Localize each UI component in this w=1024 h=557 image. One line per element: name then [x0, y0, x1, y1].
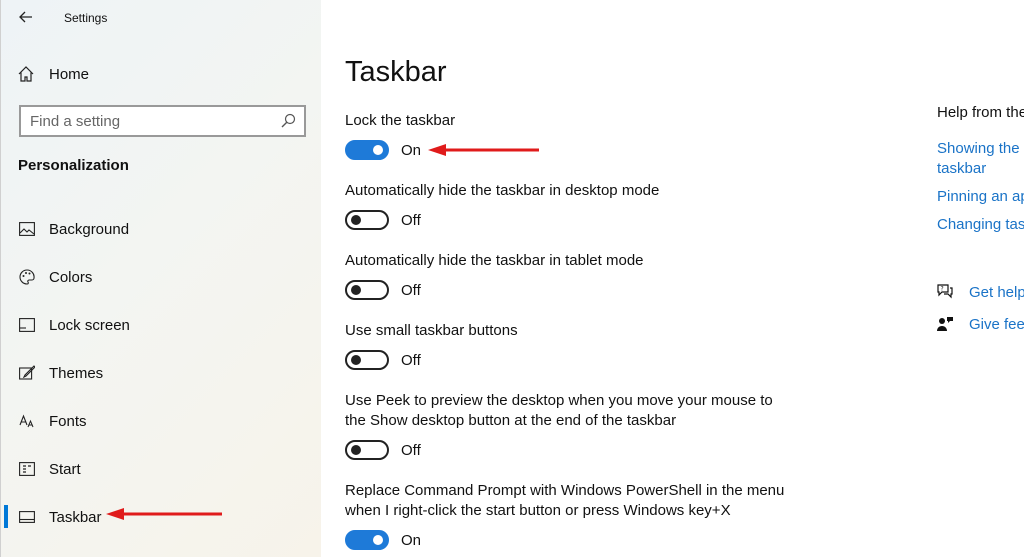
- sidebar-item-label: Lock screen: [49, 316, 130, 334]
- setting-label: Use small taskbar buttons: [345, 322, 518, 339]
- home-icon: [18, 66, 34, 82]
- toggle-state: On: [401, 141, 422, 159]
- setting-autohide-desktop: Automatically hide the taskbar in deskto…: [345, 181, 805, 230]
- setting-label: Automatically hide the taskbar in tablet…: [345, 252, 644, 269]
- svg-text:?: ?: [941, 286, 944, 293]
- toggle-switch[interactable]: [345, 210, 389, 230]
- search-box[interactable]: [19, 105, 306, 137]
- setting-autohide-tablet: Automatically hide the taskbar in tablet…: [345, 251, 805, 300]
- toggle-knob: [373, 535, 383, 545]
- taskbar-icon: [19, 509, 35, 525]
- lock-screen-icon: [19, 317, 35, 333]
- sidebar-item-label: Background: [49, 220, 130, 238]
- toggle-switch[interactable]: [345, 280, 389, 300]
- setting-peek: Use Peek to preview the desktop when you…: [345, 391, 805, 460]
- setting-label-line2: when I right-click the start button or p…: [345, 502, 731, 519]
- home-nav-item[interactable]: Home: [17, 60, 297, 88]
- sidebar-nav: Background Colors Lock screen Themes Fon…: [1, 205, 322, 541]
- get-help-link[interactable]: ? Get help: [936, 283, 1024, 301]
- toggle-switch[interactable]: [345, 140, 389, 160]
- search-icon[interactable]: [280, 113, 296, 129]
- setting-small-buttons: Use small taskbar buttons Off: [345, 321, 805, 370]
- back-arrow-icon: [19, 11, 32, 23]
- powershell-toggle[interactable]: On: [345, 530, 805, 550]
- peek-toggle[interactable]: Off: [345, 440, 805, 460]
- settings-window: Settings Home Personalization Background: [0, 0, 1024, 557]
- section-heading: Personalization: [18, 157, 129, 174]
- sidebar-item-label: Fonts: [49, 412, 87, 430]
- sidebar-item-lock-screen[interactable]: Lock screen: [1, 301, 322, 349]
- toggle-knob: [351, 445, 361, 455]
- help-link-showing-taskbar[interactable]: Showing the: [937, 139, 1020, 159]
- themes-icon: [19, 365, 35, 381]
- chat-help-icon: ?: [937, 284, 953, 299]
- fonts-icon: [19, 413, 35, 429]
- help-title: Help from the: [937, 104, 1024, 121]
- toggle-knob: [351, 215, 361, 225]
- sidebar-item-label: Themes: [49, 364, 104, 382]
- small-buttons-toggle[interactable]: Off: [345, 350, 805, 370]
- home-label: Home: [49, 65, 90, 83]
- back-button[interactable]: [11, 4, 41, 30]
- give-feedback-link[interactable]: Give fee: [936, 315, 1024, 333]
- sidebar-item-label: Start: [49, 460, 81, 478]
- palette-icon: [19, 269, 35, 285]
- sidebar-item-fonts[interactable]: Fonts: [1, 397, 322, 445]
- sidebar-item-background[interactable]: Background: [1, 205, 322, 253]
- setting-label: Lock the taskbar: [345, 112, 456, 129]
- setting-label-line1: Use Peek to preview the desktop when you…: [345, 392, 773, 409]
- toggle-switch[interactable]: [345, 440, 389, 460]
- help-panel: Help from the Showing the taskbar Pinnin…: [936, 0, 1024, 557]
- annotation-arrow-taskbar: [106, 508, 222, 520]
- sidebar-item-label: Taskbar: [49, 508, 102, 526]
- page-title: Taskbar: [345, 56, 447, 88]
- sidebar: Settings Home Personalization Background: [0, 0, 321, 557]
- toggle-switch[interactable]: [345, 350, 389, 370]
- sidebar-item-themes[interactable]: Themes: [1, 349, 322, 397]
- toggle-switch[interactable]: [345, 530, 389, 550]
- toggle-knob: [373, 145, 383, 155]
- autohide-tablet-toggle[interactable]: Off: [345, 280, 805, 300]
- toggle-state: Off: [401, 281, 421, 299]
- toggle-knob: [351, 355, 361, 365]
- give-feedback-label: Give fee: [969, 315, 1024, 333]
- setting-powershell: Replace Command Prompt with Windows Powe…: [345, 481, 805, 550]
- toggle-state: Off: [401, 351, 421, 369]
- search-input[interactable]: [21, 112, 271, 130]
- sidebar-item-start[interactable]: Start: [1, 445, 322, 493]
- feedback-person-icon: [937, 317, 953, 331]
- help-link-pinning[interactable]: Pinning an ap: [937, 187, 1024, 207]
- title-bar: Settings: [1, 0, 322, 36]
- sidebar-item-label: Colors: [49, 268, 93, 286]
- start-icon: [19, 461, 35, 477]
- toggle-state: Off: [401, 211, 421, 229]
- sidebar-item-colors[interactable]: Colors: [1, 253, 322, 301]
- lock-taskbar-toggle[interactable]: On: [345, 140, 805, 160]
- toggle-state: Off: [401, 441, 421, 459]
- get-help-label: Get help: [969, 283, 1024, 301]
- setting-label: Automatically hide the taskbar in deskto…: [345, 182, 660, 199]
- toggle-knob: [351, 285, 361, 295]
- picture-icon: [19, 221, 35, 237]
- app-title: Settings: [64, 11, 108, 25]
- main-content: Taskbar Lock the taskbar On Automaticall…: [321, 0, 921, 557]
- annotation-arrow-lock: [428, 144, 539, 156]
- help-link-showing-taskbar-cont[interactable]: taskbar: [937, 159, 986, 179]
- toggle-state: On: [401, 531, 422, 549]
- setting-label-line1: Replace Command Prompt with Windows Powe…: [345, 482, 785, 499]
- setting-label-line2: the Show desktop button at the end of th…: [345, 412, 677, 429]
- help-link-changing[interactable]: Changing tas: [937, 215, 1024, 235]
- setting-lock-taskbar: Lock the taskbar On: [345, 111, 805, 160]
- autohide-desktop-toggle[interactable]: Off: [345, 210, 805, 230]
